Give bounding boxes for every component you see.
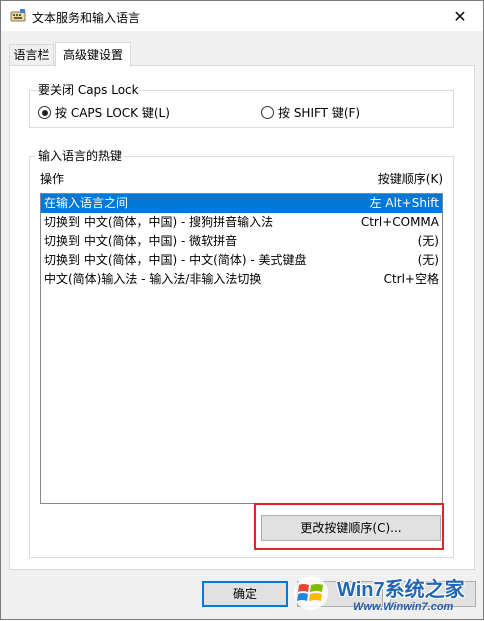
list-item-action: 中文(简体)输入法 - 输入法/非输入法切换 — [44, 272, 262, 286]
tab-language-bar[interactable]: 语言栏 — [9, 44, 54, 66]
column-header-action: 操作 — [40, 172, 65, 186]
list-item-action: 切换到 中文(简体，中国) - 搜狗拼音输入法 — [44, 215, 274, 229]
close-button[interactable]: ✕ — [437, 1, 483, 31]
list-item[interactable]: 在输入语言之间 左 Alt+Shift — [41, 194, 442, 213]
dialog-window: 文本服务和输入语言 ✕ 语言栏 高级键设置 要关闭 Caps Lock 按 CA… — [0, 0, 484, 620]
column-header-key-sequence: 按键顺序(K) — [377, 172, 443, 186]
list-item[interactable]: 切换到 中文(简体，中国) - 中文(简体) - 美式键盘 (无) — [41, 251, 442, 270]
radio-button-checked[interactable] — [38, 106, 51, 119]
ok-button[interactable]: 确定 — [202, 581, 288, 607]
hotkeys-group: 输入语言的热键 操作 按键顺序(K) 在输入语言之间 左 Alt+Shift 切… — [29, 148, 454, 558]
title-bar: 文本服务和输入语言 ✕ — [1, 1, 483, 31]
list-item-action: 切换到 中文(简体，中国) - 中文(简体) - 美式键盘 — [44, 253, 307, 267]
list-item-action: 在输入语言之间 — [44, 196, 129, 210]
cancel-button[interactable] — [297, 581, 383, 607]
radio-shift-label: 按 SHIFT 键(F) — [278, 106, 361, 120]
radio-shift-option[interactable]: 按 SHIFT 键(F) — [261, 104, 360, 121]
hotkey-list[interactable]: 在输入语言之间 左 Alt+Shift 切换到 中文(简体，中国) - 搜狗拼音… — [40, 193, 443, 504]
close-icon: ✕ — [453, 6, 467, 26]
list-item-keys: (无) — [417, 234, 439, 248]
hotkeys-group-title: 输入语言的热键 — [36, 148, 125, 164]
window-title: 文本服务和输入语言 — [32, 11, 141, 25]
list-item[interactable]: 切换到 中文(简体，中国) - 搜狗拼音输入法 Ctrl+COMMA — [41, 213, 442, 232]
caps-lock-group: 要关闭 Caps Lock 按 CAPS LOCK 键(L) 按 SHIFT 键… — [29, 82, 454, 128]
radio-button-unchecked[interactable] — [261, 106, 274, 119]
list-item[interactable]: 切换到 中文(简体，中国) - 微软拼音 (无) — [41, 232, 442, 251]
change-key-sequence-button[interactable]: 更改按键顺序(C)... — [261, 515, 441, 541]
list-item-keys: Ctrl+空格 — [383, 272, 439, 286]
list-item-keys: (无) — [417, 253, 439, 267]
tab-advanced-key-settings[interactable]: 高级键设置 — [55, 42, 131, 67]
list-item[interactable]: 中文(简体)输入法 - 输入法/非输入法切换 Ctrl+空格 — [41, 270, 442, 289]
apply-button[interactable] — [390, 581, 476, 607]
radio-caps-lock-option[interactable]: 按 CAPS LOCK 键(L) — [38, 104, 170, 121]
caps-lock-group-title: 要关闭 Caps Lock — [36, 82, 141, 98]
list-item-action: 切换到 中文(简体，中国) - 微软拼音 — [44, 234, 238, 248]
tab-panel-advanced: 要关闭 Caps Lock 按 CAPS LOCK 键(L) 按 SHIFT 键… — [9, 65, 475, 570]
radio-caps-lock-label: 按 CAPS LOCK 键(L) — [55, 106, 170, 120]
keyboard-settings-icon — [10, 9, 26, 22]
list-item-keys: 左 Alt+Shift — [369, 196, 439, 210]
list-item-keys: Ctrl+COMMA — [360, 215, 439, 229]
